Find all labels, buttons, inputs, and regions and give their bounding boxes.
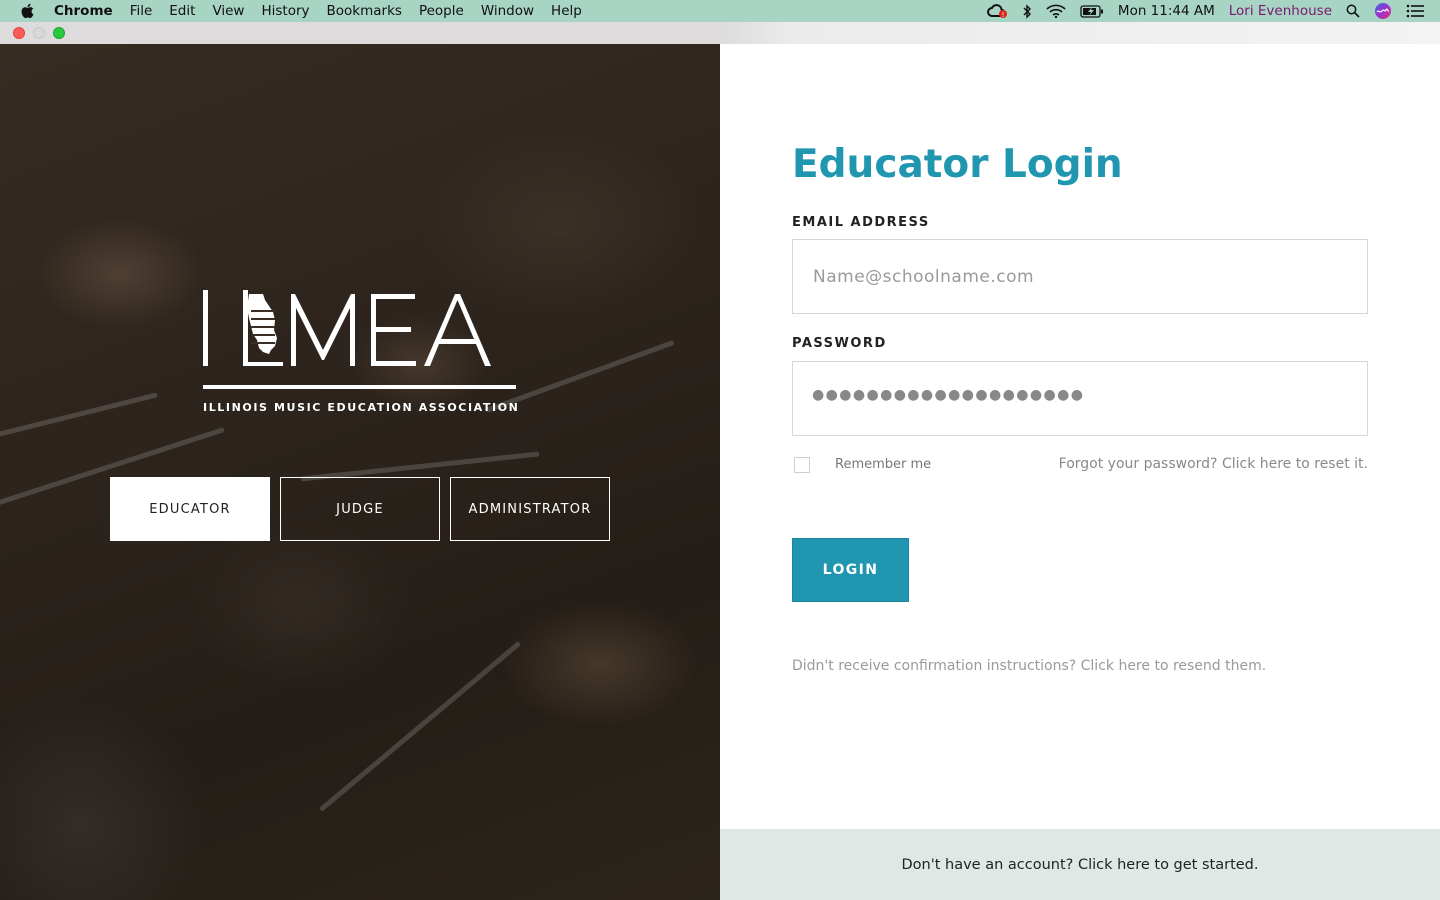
page-title: Educator Login <box>792 142 1123 187</box>
menu-file[interactable]: File <box>130 3 153 19</box>
remember-me-label[interactable]: Remember me <box>835 457 931 472</box>
remember-me-checkbox[interactable] <box>794 457 810 473</box>
status-area: ! Mon 11:44 AM Lori Evenhouse <box>972 0 1440 22</box>
menu-window[interactable]: Window <box>481 3 534 19</box>
bluetooth-icon[interactable] <box>1022 3 1032 19</box>
password-label: PASSWORD <box>792 336 887 351</box>
logo-tagline: ILLINOIS MUSIC EDUCATION ASSOCIATION <box>203 401 520 414</box>
minimize-window-button[interactable] <box>33 27 45 39</box>
role-judge-button[interactable]: JUDGE <box>280 477 440 541</box>
clock[interactable]: Mon 11:44 AM <box>1118 3 1215 19</box>
login-button[interactable]: LOGIN <box>792 538 909 602</box>
svg-text:!: ! <box>1002 11 1005 19</box>
role-educator-button[interactable]: EDUCATOR <box>110 477 270 541</box>
hero-overlay <box>0 44 720 900</box>
creative-cloud-icon[interactable]: ! <box>986 3 1008 19</box>
menu-help[interactable]: Help <box>551 3 582 19</box>
ilmea-logo <box>203 290 519 394</box>
resend-confirmation-link[interactable]: Didn't receive confirmation instructions… <box>792 658 1266 674</box>
role-administrator-button[interactable]: ADMINISTRATOR <box>450 477 610 541</box>
signup-link[interactable]: Don't have an account? Click here to get… <box>902 857 1259 873</box>
email-label: EMAIL ADDRESS <box>792 215 930 230</box>
menu-app-chrome[interactable]: Chrome <box>54 3 113 19</box>
menu-people[interactable]: People <box>419 3 464 19</box>
wifi-icon[interactable] <box>1046 4 1066 18</box>
signup-footer: Don't have an account? Click here to get… <box>720 829 1440 900</box>
menu-view[interactable]: View <box>212 3 244 19</box>
menu-history[interactable]: History <box>261 3 309 19</box>
close-window-button[interactable] <box>13 27 25 39</box>
menu-bookmarks[interactable]: Bookmarks <box>327 3 402 19</box>
menu-edit[interactable]: Edit <box>169 3 195 19</box>
notification-center-icon[interactable] <box>1406 4 1424 18</box>
spotlight-search-icon[interactable] <box>1346 4 1360 18</box>
maximize-window-button[interactable] <box>53 27 65 39</box>
hero-background-image: ILLINOIS MUSIC EDUCATION ASSOCIATION EDU… <box>0 44 720 900</box>
apple-icon[interactable] <box>20 3 36 19</box>
user-name[interactable]: Lori Evenhouse <box>1229 3 1332 19</box>
email-input[interactable] <box>792 239 1368 314</box>
window-title-bar <box>0 22 1440 44</box>
siri-icon[interactable] <box>1374 2 1392 20</box>
forgot-password-link[interactable]: Forgot your password? Click here to rese… <box>1059 456 1368 472</box>
battery-icon[interactable] <box>1080 4 1104 18</box>
menu-bar: Chrome File Edit View History Bookmarks … <box>0 0 1440 22</box>
login-panel: Educator Login EMAIL ADDRESS PASSWORD ●●… <box>720 44 1440 829</box>
password-input[interactable] <box>792 361 1368 436</box>
